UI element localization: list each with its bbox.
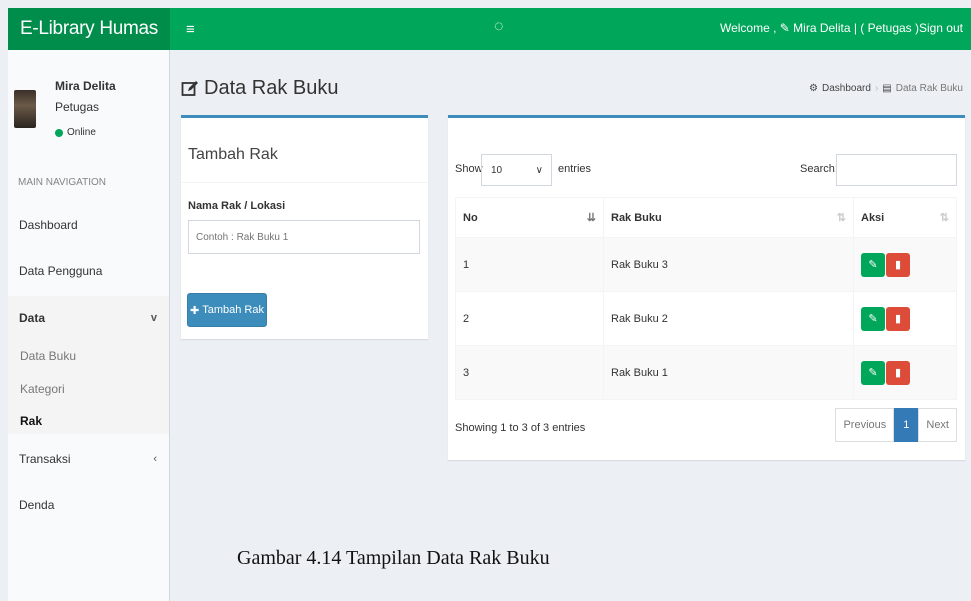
edit-icon: [181, 80, 198, 96]
table-row: 1 Rak Buku 3 ✎ ▮: [455, 237, 957, 292]
rack-name-label: Nama Rak / Lokasi: [188, 200, 286, 212]
top-navbar: E-Library Humas ≡ ◌ Welcome , ✎ Mira Del…: [8, 8, 971, 50]
sidebar-item-denda[interactable]: Denda: [8, 483, 169, 527]
user-name: Mira Delita: [55, 79, 116, 93]
submenu-item-rak[interactable]: Rak: [20, 414, 42, 428]
column-header-no[interactable]: No ⇊: [455, 197, 604, 238]
plus-icon: ✚: [190, 304, 200, 317]
entries-label: entries: [558, 163, 592, 175]
search-label: Search:: [800, 163, 838, 175]
edit-icon: ✎: [868, 313, 878, 325]
cell-actions: ✎ ▮: [853, 345, 957, 400]
trash-icon: ▮: [894, 259, 902, 271]
cell-rak: Rak Buku 2: [603, 291, 854, 346]
avatar: [14, 90, 36, 128]
chevron-left-icon: ‹: [153, 453, 157, 465]
length-value: 10: [491, 164, 503, 176]
file-icon: ▤: [882, 83, 892, 94]
cell-no: 3: [455, 345, 604, 400]
cell-rak: Rak Buku 1: [603, 345, 854, 400]
breadcrumb: ⚙ Dashboard › ▤ Data Rak Buku: [809, 83, 963, 94]
user-status: Online: [55, 127, 96, 138]
breadcrumb-current: Data Rak Buku: [895, 83, 963, 94]
figure-caption: Gambar 4.14 Tampilan Data Rak Buku: [237, 547, 550, 569]
pagination-next[interactable]: Next: [918, 408, 957, 442]
user-panel: Mira Delita Petugas Online: [8, 50, 170, 160]
page-title-text: Data Rak Buku: [204, 77, 339, 99]
sidebar-item-data[interactable]: Data v: [8, 296, 169, 340]
delete-button[interactable]: ▮: [886, 306, 910, 331]
rack-table-box: Show 10 ∨ entries Search: No ⇊ Rak Buku …: [448, 115, 965, 460]
sidebar-item-transaksi[interactable]: Transaksi ‹: [8, 437, 169, 481]
user-role: Petugas: [55, 100, 100, 114]
column-header-rak-buku[interactable]: Rak Buku ⇅: [603, 197, 854, 238]
cell-actions: ✎ ▮: [853, 291, 957, 346]
edit-button[interactable]: ✎: [861, 306, 885, 331]
app-logo[interactable]: E-Library Humas: [8, 8, 170, 50]
sidebar: Mira Delita Petugas Online MAIN NAVIGATI…: [8, 50, 170, 601]
cell-no: 2: [455, 291, 604, 346]
chevron-down-icon: v: [150, 312, 157, 324]
table-row: 2 Rak Buku 2 ✎ ▮: [455, 291, 957, 346]
add-rack-box: Tambah Rak Nama Rak / Lokasi ✚ Tambah Ra…: [181, 115, 428, 339]
rack-table: No ⇊ Rak Buku ⇅ Aksi ⇅ 1 Rak Buku 3 ✎▮: [455, 197, 957, 400]
pagination: Previous 1 Next: [835, 408, 957, 442]
delete-button[interactable]: ▮: [886, 252, 910, 277]
sidebar-item-data-pengguna[interactable]: Data Pengguna: [8, 249, 169, 293]
add-rack-button[interactable]: ✚ Tambah Rak: [187, 293, 267, 327]
column-header-aksi[interactable]: Aksi ⇅: [853, 197, 957, 238]
sort-icon: ⇅: [836, 212, 846, 224]
pagination-previous[interactable]: Previous: [835, 408, 895, 442]
edit-icon: ✎: [868, 259, 878, 271]
loading-icon: ◌: [494, 18, 504, 35]
edit-button[interactable]: ✎: [861, 360, 885, 385]
divider: [181, 182, 428, 183]
cell-actions: ✎ ▮: [853, 237, 957, 292]
cell-no: 1: [455, 237, 604, 292]
delete-button[interactable]: ▮: [886, 360, 910, 385]
sidebar-item-label: Transaksi: [19, 452, 71, 466]
dashboard-icon: ⚙: [809, 83, 819, 94]
table-row: 3 Rak Buku 1 ✎ ▮: [455, 345, 957, 400]
chevron-down-icon: ∨: [535, 164, 543, 176]
rack-name-input[interactable]: [188, 220, 420, 254]
page-title: Data Rak Buku: [181, 77, 339, 100]
sidebar-item-label: Denda: [19, 498, 55, 512]
sign-out-link[interactable]: Sign out: [919, 21, 963, 35]
status-label: Online: [67, 127, 96, 138]
sidebar-item-dashboard[interactable]: Dashboard: [8, 203, 169, 247]
submenu-item-kategori[interactable]: Kategori: [20, 382, 65, 396]
show-label: Show: [455, 163, 483, 175]
sort-icon: ⇅: [939, 212, 949, 224]
pagination-page-1[interactable]: 1: [894, 408, 919, 442]
cell-rak: Rak Buku 3: [603, 237, 854, 292]
sort-asc-icon: ⇊: [586, 212, 596, 224]
box-title: Tambah Rak: [188, 146, 278, 163]
trash-icon: ▮: [894, 313, 902, 325]
menu-toggle-icon[interactable]: ≡: [186, 21, 206, 38]
sidebar-item-label: Data: [19, 311, 46, 325]
edit-button[interactable]: ✎: [861, 252, 885, 277]
nav-header: MAIN NAVIGATION: [18, 177, 106, 188]
online-dot-icon: [55, 128, 63, 137]
data-submenu: Data Buku Kategori Rak: [8, 338, 169, 434]
add-rack-button-label: Tambah Rak: [202, 304, 264, 316]
breadcrumb-separator: ›: [874, 83, 879, 94]
entries-length-select[interactable]: 10 ∨: [481, 154, 552, 186]
trash-icon: ▮: [894, 367, 902, 379]
table-info: Showing 1 to 3 of 3 entries: [455, 422, 586, 434]
edit-icon: ✎: [868, 367, 878, 379]
search-input[interactable]: [836, 154, 957, 186]
sidebar-item-label: Dashboard: [19, 218, 78, 232]
welcome-user-link[interactable]: Welcome , ✎ Mira Delita | ( Petugas ): [720, 21, 919, 35]
breadcrumb-home-link[interactable]: Dashboard: [822, 83, 871, 94]
sidebar-item-label: Data Pengguna: [19, 264, 103, 278]
submenu-item-data-buku[interactable]: Data Buku: [20, 349, 76, 363]
